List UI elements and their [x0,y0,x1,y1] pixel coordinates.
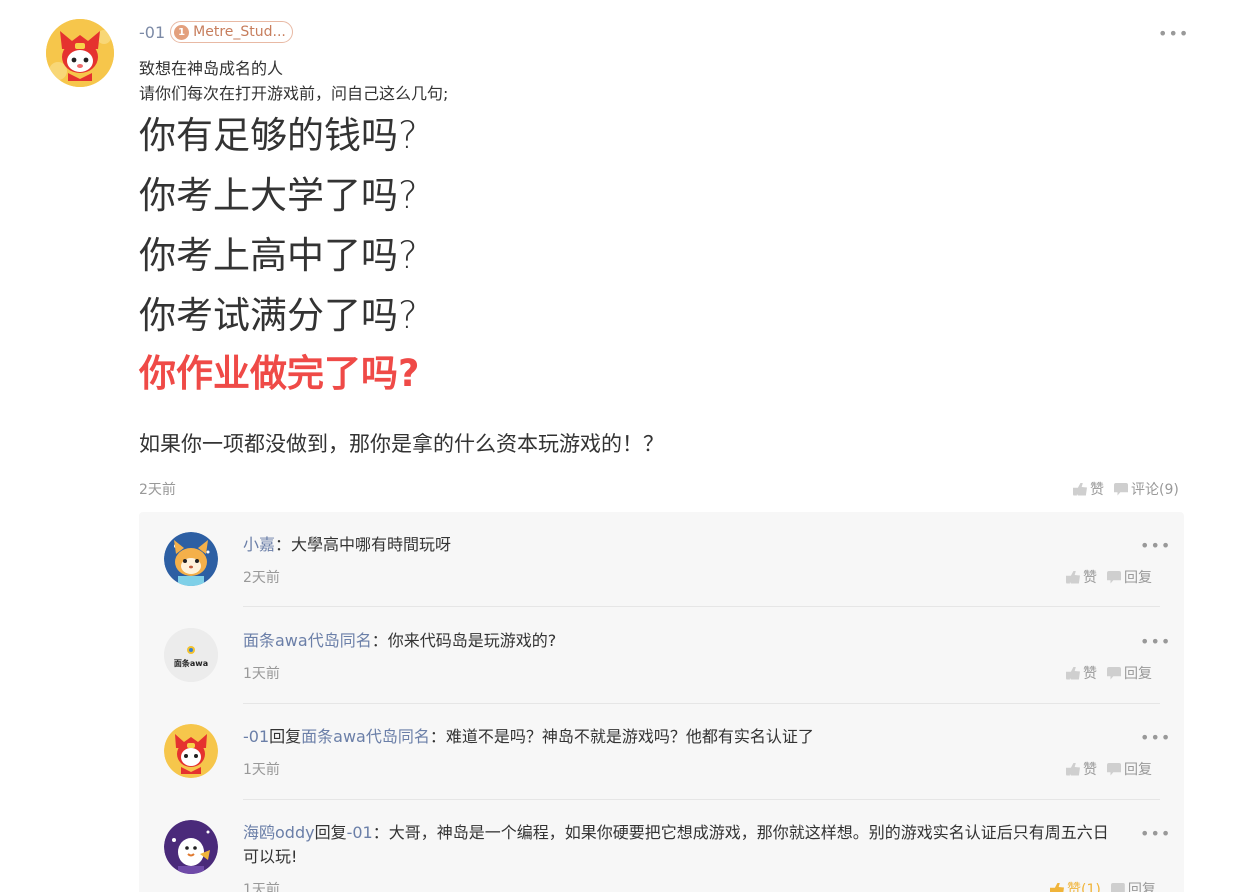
comment-body: 大學高中哪有時間玩呀 [291,535,452,554]
reply-button[interactable]: 回复 [1110,879,1156,892]
avatar-text: 面条awa [173,659,209,668]
reply-button[interactable]: 回复 [1107,663,1152,683]
post-big-line-1: 你有足够的钱吗? [139,114,418,157]
comment-body: 大哥，神岛是一个编程，如果你硬要把它想成游戏，那你就这样想。别的游戏实名认证后只… [243,823,1109,866]
more-icon[interactable]: ••• [1140,634,1171,650]
reply-icon [1107,666,1121,680]
thumb-up-icon [1050,882,1064,892]
divider [243,799,1160,800]
like-label: 赞 [1083,762,1097,778]
comment-label: 评论(9) [1131,482,1179,498]
thumb-up-icon [1073,482,1087,496]
commenter-avatar[interactable] [164,820,218,874]
comment-text: 面条awa代岛同名：你来代码岛是玩游戏的? [243,631,557,650]
comment-time: 2天前 [243,570,280,586]
comment-user[interactable]: 小嘉 [243,535,275,554]
level-badge[interactable]: 1 Metre_Stud... [170,21,293,43]
comment-actions: 赞(1) 回复 [1050,879,1156,892]
comment-user[interactable]: 海鸥oddy [243,823,315,842]
comment-time: 1天前 [243,666,280,682]
post-time: 2天前 [139,482,176,498]
post-line-2: 请你们每次在打开游戏前，问自己这么几句; [139,84,449,103]
post-conclusion: 如果你一项都没做到，那你是拿的什么资本玩游戏的！？ [139,432,664,456]
comments-panel: 小嘉：大學高中哪有時間玩呀 ••• 2天前 赞 回复 面条awa 面条awa代岛… [139,512,1184,892]
thumb-up-icon [1066,570,1080,584]
divider [243,606,1160,607]
comment-icon [1114,482,1128,496]
post-big-line-4: 你考试满分了吗? [139,294,418,337]
comment-time: 1天前 [243,882,280,892]
comment-actions: 赞 回复 [1066,663,1152,683]
commenter-avatar[interactable]: 面条awa [164,628,218,682]
comment-button[interactable]: 评论(9) [1114,479,1179,499]
reply-icon [1107,762,1121,776]
badge-text: Metre_Stud... [193,24,286,40]
comment-user[interactable]: 面条awa代岛同名 [243,631,372,650]
commenter-avatar[interactable] [164,724,218,778]
like-button[interactable]: 赞 [1066,663,1097,683]
comment-text: -01回复面条awa代岛同名：难道不是吗？神岛不就是游戏吗？他都有实名认证了 [243,727,814,746]
like-label: 赞(1) [1067,882,1101,892]
like-button[interactable]: 赞(1) [1050,879,1101,892]
comment-body: 你来代码岛是玩游戏的? [387,631,557,650]
thumb-up-icon [1066,666,1080,680]
commenter-avatar[interactable] [164,532,218,586]
more-icon[interactable]: ••• [1140,730,1171,746]
comment-body: 难道不是吗？神岛不就是游戏吗？他都有实名认证了 [445,727,814,746]
reply-to-user[interactable]: -01 [347,823,373,842]
post-red-line: 你作业做完了吗? [139,352,420,395]
comment-text: 小嘉：大學高中哪有時間玩呀 [243,535,452,554]
reply-label: 回复 [1124,666,1152,682]
like-button[interactable]: 赞 [1073,479,1104,499]
like-button[interactable]: 赞 [1066,759,1097,779]
like-button[interactable]: 赞 [1066,567,1097,587]
more-icon[interactable]: ••• [1140,538,1171,554]
reply-icon [1110,882,1125,892]
reply-button[interactable]: 回复 [1107,759,1152,779]
comment-text: 海鸥oddy回复-01：大哥，神岛是一个编程，如果你硬要把它想成游戏，那你就这样… [243,823,1109,866]
post-actions: 赞 评论(9) [1073,479,1179,499]
post-card: -01 1 Metre_Stud... ••• 致想在神岛成名的人 请你们每次在… [0,0,1243,892]
reply-word: 回复 [269,727,302,746]
reply-label: 回复 [1124,762,1152,778]
reply-word: 回复 [314,823,347,842]
more-icon[interactable]: ••• [1140,826,1171,842]
thumb-up-icon [1066,762,1080,776]
like-label: 赞 [1090,482,1104,498]
comment-time: 1天前 [243,762,280,778]
author-name[interactable]: -01 [139,23,165,42]
divider [243,703,1160,704]
reply-label: 回复 [1127,882,1156,892]
like-label: 赞 [1083,666,1097,682]
author-avatar[interactable] [46,19,114,87]
post-big-line-3: 你考上高中了吗? [139,234,418,277]
comment-actions: 赞 回复 [1066,759,1152,779]
like-label: 赞 [1083,570,1097,586]
post-line-1: 致想在神岛成名的人 [139,59,284,78]
post-big-line-2: 你考上大学了吗? [139,174,418,217]
reply-button[interactable]: 回复 [1107,567,1152,587]
author-line: -01 1 Metre_Stud... [139,21,293,43]
reply-label: 回复 [1124,570,1152,586]
reply-icon [1107,570,1121,584]
badge-level: 1 [174,24,190,40]
more-icon[interactable]: ••• [1158,26,1189,42]
comment-actions: 赞 回复 [1066,567,1152,587]
reply-to-user[interactable]: 面条awa代岛同名 [301,727,430,746]
comment-user[interactable]: -01 [243,727,269,746]
